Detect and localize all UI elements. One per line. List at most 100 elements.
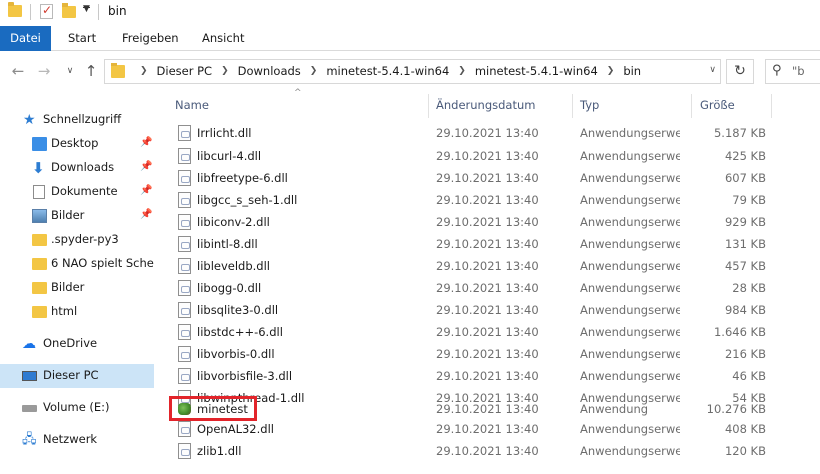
pin-icon[interactable]: 📌 [140, 161, 152, 172]
chevron-right-icon[interactable]: ❯ [310, 60, 318, 83]
back-arrow-icon[interactable]: ← [9, 62, 27, 80]
folder-icon [32, 282, 47, 294]
column-divider[interactable] [771, 94, 772, 118]
sidebar-item-spyder[interactable]: .spyder-py3 [0, 228, 154, 252]
file-date: 29.10.2021 13:40 [436, 369, 539, 383]
sidebar-item-nao[interactable]: 6 NAO spielt Schere [0, 252, 154, 276]
folder-icon [32, 234, 47, 246]
file-size: 984 KB [724, 303, 766, 317]
file-type: Anwendungserwe... [580, 347, 680, 361]
file-type: Anwendungserwe... [580, 126, 680, 140]
customize-toolbar-icon[interactable]: ▼ [83, 4, 90, 14]
table-row[interactable]: libsqlite3-0.dll 29.10.2021 13:40 Anwend… [168, 299, 768, 321]
sidebar-item-bilder[interactable]: Bilder 📌 [0, 204, 154, 228]
sidebar-item-html[interactable]: html [0, 300, 154, 324]
column-divider[interactable] [428, 94, 429, 118]
file-name: zlib1.dll [197, 444, 242, 458]
chevron-right-icon[interactable]: ❯ [140, 60, 148, 83]
column-divider[interactable] [572, 94, 573, 118]
pin-icon[interactable]: 📌 [140, 209, 152, 220]
table-row[interactable]: Irrlicht.dll 29.10.2021 13:40 Anwendungs… [168, 122, 768, 144]
table-row-minetest[interactable]: minetest 29.10.2021 13:40 Anwendung 10.2… [168, 398, 768, 420]
sidebar-item-dokumente[interactable]: Dokumente 📌 [0, 180, 154, 204]
table-row[interactable]: libstdc++-6.dll 29.10.2021 13:40 Anwendu… [168, 321, 768, 343]
file-type: Anwendungserwe... [580, 369, 680, 383]
column-header-name[interactable]: Name [175, 98, 209, 112]
table-row[interactable]: libleveldb.dll 29.10.2021 13:40 Anwendun… [168, 255, 768, 277]
file-name: libintl-8.dll [197, 237, 258, 251]
chevron-down-icon[interactable]: ∨ [709, 65, 716, 75]
sidebar-item-onedrive[interactable]: ☁ OneDrive [0, 332, 154, 356]
table-row[interactable]: libogg-0.dll 29.10.2021 13:40 Anwendungs… [168, 277, 768, 299]
file-type: Anwendungserwe... [580, 325, 680, 339]
file-date: 29.10.2021 13:40 [436, 171, 539, 185]
table-row[interactable]: libiconv-2.dll 29.10.2021 13:40 Anwendun… [168, 211, 768, 233]
sidebar-item-bilder-folder[interactable]: Bilder [0, 276, 154, 300]
file-type: Anwendungserwe... [580, 215, 680, 229]
column-header-size[interactable]: Größe [700, 98, 735, 112]
tab-datei[interactable]: Datei [0, 26, 51, 51]
dll-file-icon [178, 443, 191, 459]
sidebar-item-volume-e[interactable]: Volume (E:) [0, 396, 154, 420]
sidebar-item-netzwerk[interactable]: 🖧 Netzwerk [0, 428, 154, 452]
column-divider[interactable] [691, 94, 692, 118]
chevron-right-icon[interactable]: ❯ [221, 60, 229, 83]
new-folder-icon[interactable] [62, 3, 76, 18]
breadcrumb-item[interactable]: Downloads [238, 60, 301, 83]
column-header-date[interactable]: Änderungsdatum [436, 98, 535, 112]
file-date: 29.10.2021 13:40 [436, 259, 539, 273]
sidebar-item-downloads[interactable]: ⬇ Downloads 📌 [0, 156, 154, 180]
dll-file-icon [178, 346, 191, 362]
table-row[interactable]: libcurl-4.dll 29.10.2021 13:40 Anwendung… [168, 145, 768, 167]
file-date: 29.10.2021 13:40 [436, 303, 539, 317]
tab-freigeben[interactable]: Freigeben [112, 26, 189, 51]
sidebar-item-desktop[interactable]: Desktop 📌 [0, 132, 154, 156]
drive-icon [22, 405, 37, 412]
pin-icon[interactable]: 📌 [140, 137, 152, 148]
table-row[interactable]: libvorbis-0.dll 29.10.2021 13:40 Anwendu… [168, 343, 768, 365]
network-icon: 🖧 [22, 432, 37, 447]
chevron-right-icon[interactable]: ❯ [607, 60, 615, 83]
search-input[interactable]: ⚲ "b [765, 59, 820, 84]
dll-file-icon [178, 324, 191, 340]
file-type: Anwendungserwe... [580, 193, 680, 207]
file-type: Anwendungserwe... [580, 237, 680, 251]
pin-icon[interactable]: 📌 [140, 185, 152, 196]
column-header-type[interactable]: Typ [580, 98, 599, 112]
file-name: libsqlite3-0.dll [197, 303, 279, 317]
file-size: 5.187 KB [713, 126, 766, 140]
table-row[interactable]: libintl-8.dll 29.10.2021 13:40 Anwendung… [168, 233, 768, 255]
file-date: 29.10.2021 13:40 [436, 325, 539, 339]
dll-file-icon [178, 148, 191, 164]
file-type: Anwendungserwe... [580, 171, 680, 185]
tab-start[interactable]: Start [58, 26, 106, 51]
chevron-down-icon[interactable]: ∨ [61, 62, 79, 80]
folder-icon [111, 63, 125, 78]
table-row[interactable]: libfreetype-6.dll 29.10.2021 13:40 Anwen… [168, 167, 768, 189]
table-row[interactable]: libvorbisfile-3.dll 29.10.2021 13:40 Anw… [168, 365, 768, 387]
file-size: 216 KB [724, 347, 766, 361]
navigation-bar: ← → ∨ ↑ ❯ Dieser PC ❯ Downloads ❯ minete… [0, 52, 820, 92]
breadcrumb-item[interactable]: Dieser PC [157, 60, 213, 83]
refresh-icon[interactable]: ↻ [726, 59, 754, 84]
table-row[interactable]: OpenAL32.dll 29.10.2021 13:40 Anwendungs… [168, 418, 768, 440]
tab-ansicht[interactable]: Ansicht [192, 26, 254, 51]
breadcrumb-item[interactable]: minetest-5.4.1-win64 [475, 60, 598, 83]
dll-file-icon [178, 214, 191, 230]
folder-icon [32, 306, 47, 318]
sidebar-item-dieser-pc[interactable]: Dieser PC [0, 364, 154, 388]
up-arrow-icon[interactable]: ↑ [82, 62, 100, 80]
breadcrumb-item[interactable]: bin [623, 60, 641, 83]
table-row[interactable]: libgcc_s_seh-1.dll 29.10.2021 13:40 Anwe… [168, 189, 768, 211]
properties-icon[interactable] [40, 3, 53, 19]
table-row[interactable]: zlib1.dll 29.10.2021 13:40 Anwendungserw… [168, 440, 768, 462]
file-date: 29.10.2021 13:40 [436, 347, 539, 361]
file-size: 10.276 KB [706, 402, 766, 416]
file-name: libogg-0.dll [197, 281, 262, 295]
address-bar[interactable]: ❯ Dieser PC ❯ Downloads ❯ minetest-5.4.1… [104, 59, 721, 84]
window-title: bin [108, 4, 127, 18]
forward-arrow-icon[interactable]: → [35, 62, 53, 80]
sidebar-item-schnellzugriff[interactable]: ★ Schnellzugriff [0, 108, 154, 132]
breadcrumb-item[interactable]: minetest-5.4.1-win64 [326, 60, 449, 83]
chevron-right-icon[interactable]: ❯ [458, 60, 466, 83]
